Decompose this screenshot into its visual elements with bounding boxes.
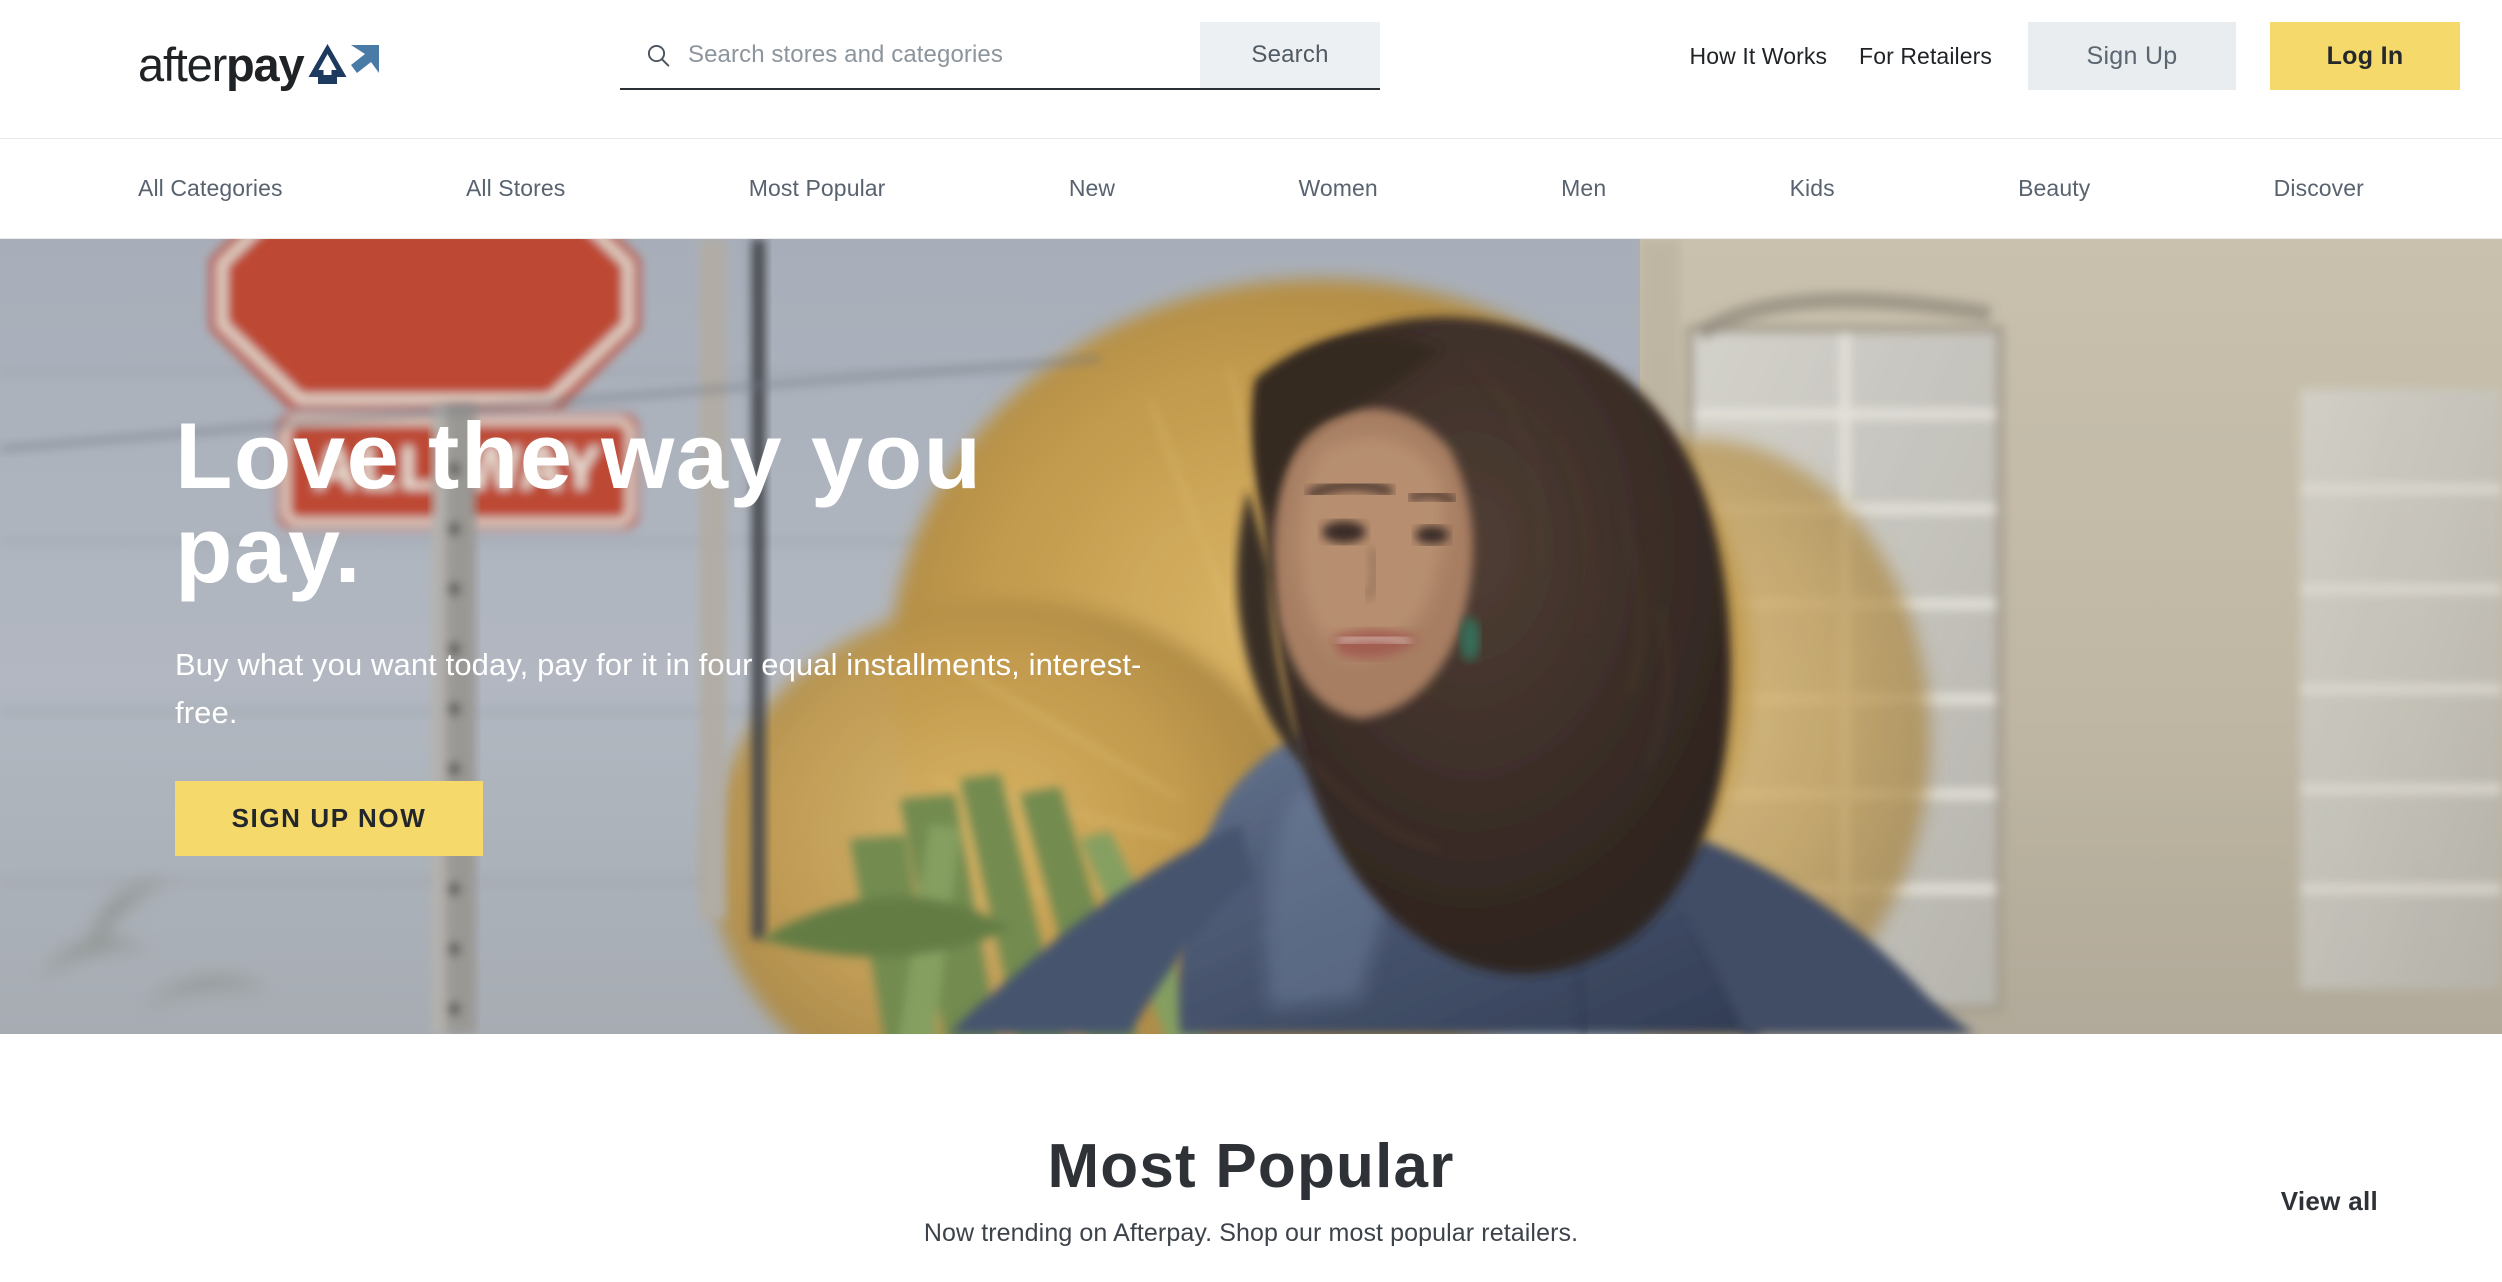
hero-title: Love the way you pay. — [175, 403, 983, 602]
nav-link-how-it-works[interactable]: How It Works — [1690, 22, 1828, 90]
category-nav-item-all-stores[interactable]: All Stores — [466, 175, 565, 202]
most-popular-subtitle: Now trending on Afterpay. Shop our most … — [923, 1219, 1579, 1248]
view-all-label: View all — [2280, 1186, 2378, 1216]
most-popular-title: Most Popular — [1047, 1132, 1455, 1201]
search-field[interactable] — [620, 22, 1200, 88]
site-header: afterpay Search How It Works For Retaile… — [0, 0, 2502, 139]
log-in-button[interactable]: Log In — [2270, 22, 2460, 90]
most-popular-heading-group: Most Popular Now trending on Afterpay. S… — [0, 1134, 2502, 1248]
category-nav-list: All Categories All Stores Most Popular N… — [138, 175, 2364, 202]
category-nav-item-all-categories[interactable]: All Categories — [138, 175, 283, 202]
view-all-link[interactable]: View all — [2281, 1186, 2378, 1217]
category-nav: All Categories All Stores Most Popular N… — [0, 139, 2502, 239]
afterpay-homepage: afterpay Search How It Works For Retaile… — [0, 0, 2502, 1282]
category-nav-item-new[interactable]: New — [1069, 175, 1115, 202]
category-nav-item-women[interactable]: Women — [1298, 175, 1377, 202]
search-input[interactable] — [688, 22, 1200, 88]
nav-link-for-retailers[interactable]: For Retailers — [1859, 22, 1992, 90]
search-button[interactable]: Search — [1200, 22, 1380, 88]
most-popular-section: Most Popular Now trending on Afterpay. S… — [0, 1034, 2502, 1282]
category-nav-item-kids[interactable]: Kids — [1790, 175, 1835, 202]
hero-banner: ALL-WAY — [0, 239, 2502, 1034]
primary-top-nav: How It Works For Retailers Sign Up Log I… — [1690, 22, 2460, 90]
category-nav-item-men[interactable]: Men — [1561, 175, 1606, 202]
hero-content: Love the way you pay. Buy what you want … — [175, 403, 1225, 857]
search-bar: Search — [620, 22, 1380, 90]
logo-wordmark-bold: pay — [226, 37, 305, 91]
logo-wordmark: afterpay — [138, 37, 305, 91]
category-nav-item-beauty[interactable]: Beauty — [2018, 175, 2090, 202]
search-icon — [647, 44, 670, 67]
category-nav-item-discover[interactable]: Discover — [2274, 175, 2364, 202]
category-nav-item-most-popular[interactable]: Most Popular — [749, 175, 886, 202]
logo-wordmark-light: after — [138, 37, 227, 91]
hero-subtitle: Buy what you want today, pay for it in f… — [175, 647, 1142, 731]
sign-up-button[interactable]: Sign Up — [2028, 22, 2236, 90]
afterpay-chevron-mark-icon — [308, 44, 380, 84]
hero-sign-up-now-button[interactable]: SIGN UP NOW — [175, 781, 483, 857]
afterpay-logo[interactable]: afterpay — [138, 38, 381, 90]
